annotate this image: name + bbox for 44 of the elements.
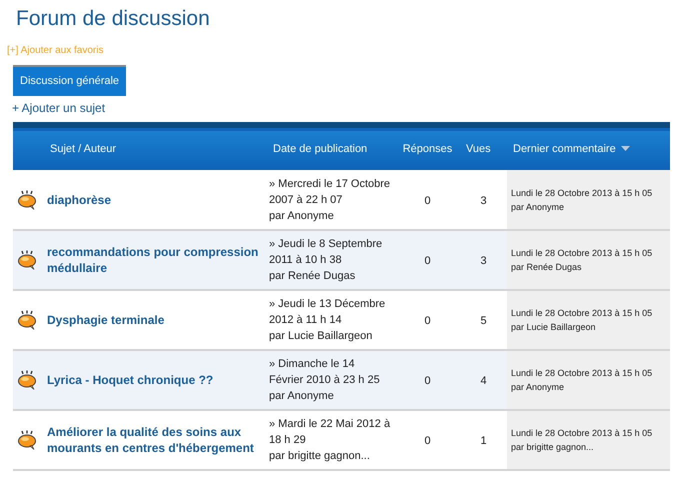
column-header[interactable]: Date de publication (273, 142, 368, 155)
speech-bubble-icon (17, 190, 37, 210)
last-comment-author: par Anonyme (511, 200, 566, 214)
reply-count: 0 (424, 315, 431, 327)
column-header[interactable]: Réponses (402, 142, 452, 155)
speech-bubble-icon (17, 310, 37, 330)
view-count: 3 (480, 255, 487, 267)
author-name: par Anonyme (269, 208, 335, 224)
topic-link[interactable]: Lyrica - Hoquet chronique ?? (47, 372, 218, 388)
forum-tab[interactable]: Discussion générale (13, 65, 126, 96)
column-header[interactable]: Sujet / Auteur (50, 142, 116, 155)
column-header[interactable]: Dernier commentaire (513, 142, 616, 155)
last-comment-date: Lundi le 28 Octobre 2013 à 15 h 05 (511, 367, 654, 380)
topic-link[interactable]: diaphorèse (47, 192, 116, 208)
reply-count: 0 (424, 435, 431, 447)
sort-icon[interactable] (620, 146, 630, 152)
speech-bubble-icon (17, 250, 37, 270)
last-comment-date: Lundi le 28 Octobre 2013 à 15 h 05 (511, 247, 654, 260)
author-name: par brigitte gagnon... (269, 449, 371, 464)
last-comment-author: par Anonyme (511, 381, 566, 394)
view-count: 3 (480, 194, 487, 206)
last-comment-author: par brigitte gagnon... (511, 441, 595, 454)
column-header[interactable]: Vues (466, 142, 491, 155)
reply-count: 0 (424, 255, 431, 267)
last-comment-date: Lundi le 28 Octobre 2013 à 15 h 05 (511, 427, 654, 440)
view-count: 4 (480, 375, 487, 387)
author-name: par Lucie Baillargeon (269, 329, 374, 344)
last-comment-author: par Renée Dugas (511, 261, 583, 274)
page-title: Forum de discussion (15, 6, 211, 32)
add-topic-link[interactable]: + Ajouter un sujet (12, 101, 106, 115)
author-name: par Renée Dugas (269, 269, 356, 284)
last-comment-date: Lundi le 28 Octobre 2013 à 15 h 05 (511, 307, 654, 320)
topic-link[interactable]: Améliorer la qualité des soins aux mourants en centres d'hébergement (47, 424, 265, 456)
view-count: 5 (480, 315, 487, 327)
speech-bubble-icon (17, 370, 37, 390)
reply-count: 0 (424, 194, 431, 206)
last-comment-date: Lundi le 28 Octobre 2013 à 15 h 05 (511, 186, 654, 200)
author-name: par Anonyme (269, 389, 335, 404)
last-comment-author: par Lucie Baillargeon (511, 321, 597, 334)
topic-link[interactable]: Dysphagie terminale (47, 312, 168, 328)
reply-count: 0 (424, 375, 431, 387)
speech-bubble-icon (17, 430, 37, 450)
topic-link[interactable]: recommandations pour compression médullaire (47, 244, 265, 276)
view-count: 1 (480, 435, 487, 447)
